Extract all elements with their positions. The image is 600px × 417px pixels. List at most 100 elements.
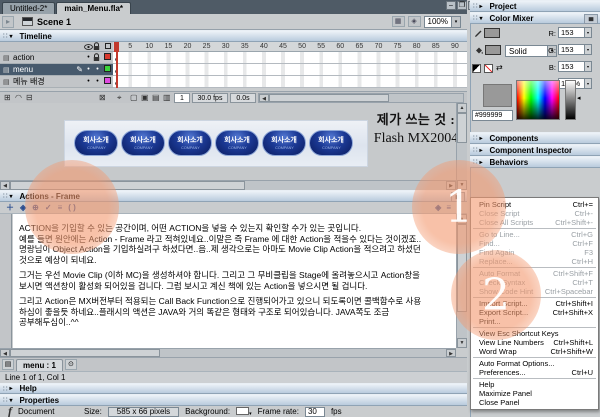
lock-icon[interactable]	[93, 42, 102, 51]
frames-row[interactable]	[113, 76, 467, 88]
stroke-color-swatch[interactable]	[484, 28, 500, 38]
restore-icon[interactable]: ❐	[457, 1, 467, 10]
layer-lock-icon[interactable]	[93, 53, 102, 62]
chevron-down-icon[interactable]: ▾	[451, 17, 460, 27]
debug-options-icon[interactable]: ◈	[435, 202, 441, 214]
timeline-ruler[interactable]: 51015202530354045505560657075808590	[113, 42, 467, 52]
menu-item[interactable]: Import Script...Ctrl+Shift+I	[471, 299, 598, 308]
swap-colors-icon[interactable]: ⇄	[496, 63, 503, 73]
layer-visibility-dot[interactable]: •	[84, 54, 93, 61]
frame-rate-display[interactable]: 30.0 fps	[192, 93, 228, 103]
behaviors-panel-header[interactable]: ∷ ▸ Behaviors	[470, 156, 600, 168]
layer-row[interactable]: ▤메뉴 배경••	[0, 76, 113, 88]
script-horizontal-scrollbar[interactable]: ◀ ▶	[0, 348, 456, 357]
color-mixer-menu-button[interactable]: ≣	[584, 14, 598, 24]
actions-panel-header[interactable]: ∷ ▾ Actions - Frame ≣	[0, 190, 467, 202]
nav-button[interactable]: 회사소개COMPANY	[121, 130, 165, 156]
layer-row[interactable]: ▤menu✎••	[0, 64, 113, 76]
scrollbar-thumb[interactable]	[269, 94, 389, 102]
stage-vertical-scrollbar[interactable]: ▲ ▼	[456, 103, 467, 190]
layer-outline-color[interactable]	[102, 77, 113, 86]
frames-row[interactable]	[113, 64, 467, 76]
chevron-down-icon[interactable]: ▾	[584, 28, 591, 37]
fill-color-swatch[interactable]	[485, 45, 501, 55]
layer-name[interactable]: action	[13, 53, 84, 62]
fill-color-control[interactable]	[474, 45, 501, 55]
color-mixer-panel-header[interactable]: ∷ ▾ Color Mixer ≣	[470, 12, 600, 24]
timeline-scrollbar[interactable]: ◀	[258, 93, 464, 103]
properties-panel-header[interactable]: ∷ ▾ Properties	[0, 394, 467, 406]
script-text[interactable]: ACTION을 기입할 수 있는 공간이며, 어떤 ACTION을 넣을 수 있…	[13, 214, 456, 348]
scroll-left-icon[interactable]: ◀	[0, 181, 10, 190]
no-color-icon[interactable]	[484, 64, 493, 73]
menu-item[interactable]: Maximize Panel	[471, 389, 598, 398]
layer-outline-color[interactable]	[102, 65, 113, 74]
zoom-combo[interactable]: 100% ▾	[424, 16, 461, 28]
red-input[interactable]: 153 ▾	[558, 27, 592, 38]
menu-item[interactable]: Auto Format Options...	[471, 359, 598, 368]
chevron-down-icon[interactable]: ▾	[584, 79, 591, 88]
scrollbar-thumb[interactable]	[10, 181, 245, 190]
components-panel-header[interactable]: ∷ ▸ Components	[470, 132, 600, 144]
scroll-right-icon[interactable]: ▶	[446, 349, 456, 357]
view-options-icon[interactable]: ≡	[446, 202, 451, 214]
scroll-up-icon[interactable]: ▲	[457, 214, 467, 224]
add-statement-icon[interactable]: ＋	[6, 202, 14, 214]
scroll-right-icon[interactable]: ▶	[446, 181, 456, 190]
layer-name[interactable]: 메뉴 배경	[13, 76, 84, 87]
menu-item[interactable]: Export Script...Ctrl+Shift+X	[471, 308, 598, 317]
script-tab[interactable]: menu : 1	[16, 359, 63, 371]
show-code-hint-icon[interactable]: ( )	[68, 202, 76, 214]
check-syntax-icon[interactable]: ✓	[45, 202, 52, 214]
edit-symbol-icon[interactable]: ◈	[408, 16, 421, 27]
nav-button[interactable]: 회사소개COMPANY	[262, 130, 306, 156]
color-picker-gradient[interactable]	[516, 80, 560, 120]
nav-button[interactable]: 회사소개COMPANY	[74, 130, 118, 156]
scroll-down-icon[interactable]: ▼	[457, 338, 467, 348]
hex-color-input[interactable]: #999999	[472, 110, 513, 121]
help-panel-header[interactable]: ∷ ▸ Help	[0, 383, 467, 394]
find-icon[interactable]: ◈	[20, 202, 26, 214]
scrollbar-thumb[interactable]	[457, 113, 467, 143]
menu-item[interactable]: Close Panel	[471, 398, 598, 407]
menu-item[interactable]: Preferences...Ctrl+U	[471, 368, 598, 377]
stage-horizontal-scrollbar[interactable]: ◀ ▶	[0, 180, 456, 190]
default-colors-icon[interactable]	[472, 64, 481, 73]
show-hide-eye-icon[interactable]	[84, 44, 93, 50]
component-inspector-panel-header[interactable]: ∷ ▸ Component Inspector	[470, 144, 600, 156]
scroll-up-icon[interactable]: ▲	[457, 103, 467, 113]
chevron-down-icon[interactable]: ▾	[584, 62, 591, 71]
playhead[interactable]	[114, 42, 119, 52]
scroll-left-icon[interactable]: ◀	[0, 349, 10, 357]
layer-row[interactable]: ▤action•	[0, 52, 113, 64]
menu-item[interactable]: Pin ScriptCtrl+=	[471, 200, 598, 209]
script-navigator-icon[interactable]: ▤	[2, 359, 14, 370]
outline-icon[interactable]	[102, 43, 113, 51]
timeline-panel-header[interactable]: ∷ ▾ Timeline	[0, 30, 467, 42]
background-color-swatch[interactable]: ▾	[236, 407, 252, 417]
layer-lock-dot[interactable]: •	[93, 78, 102, 85]
scrollbar-thumb[interactable]	[10, 349, 160, 357]
green-input[interactable]: 153 ▾	[558, 44, 592, 55]
layer-visibility-dot[interactable]: •	[84, 66, 93, 73]
stage[interactable]: 회사소개COMPANY회사소개COMPANY회사소개COMPANY회사소개COM…	[0, 103, 467, 190]
scroll-down-icon[interactable]: ▼	[457, 180, 467, 190]
minimize-icon[interactable]: –	[446, 1, 456, 10]
scrollbar-thumb[interactable]	[457, 224, 467, 312]
document-tab-main-menu[interactable]: main_Menu.fla*	[56, 2, 131, 14]
script-navigator-splitter[interactable]	[0, 214, 12, 348]
edit-scene-icon[interactable]: ▦	[392, 16, 405, 27]
auto-format-icon[interactable]: ≡	[58, 202, 63, 214]
insert-target-path-icon[interactable]: ⊕	[32, 202, 39, 214]
document-tab-untitled[interactable]: Untitled-2*	[2, 2, 55, 14]
menu-item[interactable]: View Line NumbersCtrl+Shift+L	[471, 338, 598, 347]
script-vertical-scrollbar[interactable]: ▲ ▼	[456, 214, 467, 348]
brightness-slider[interactable]	[565, 80, 576, 120]
layer-name[interactable]: menu	[13, 65, 76, 74]
menu-item[interactable]: Word WrapCtrl+Shift+W	[471, 347, 598, 356]
nav-button[interactable]: 회사소개COMPANY	[215, 130, 259, 156]
layer-visibility-dot[interactable]: •	[84, 78, 93, 85]
frames-row[interactable]	[113, 52, 467, 64]
chevron-down-icon[interactable]: ▾	[584, 45, 591, 54]
frame-rate-input[interactable]: 30	[305, 407, 325, 417]
